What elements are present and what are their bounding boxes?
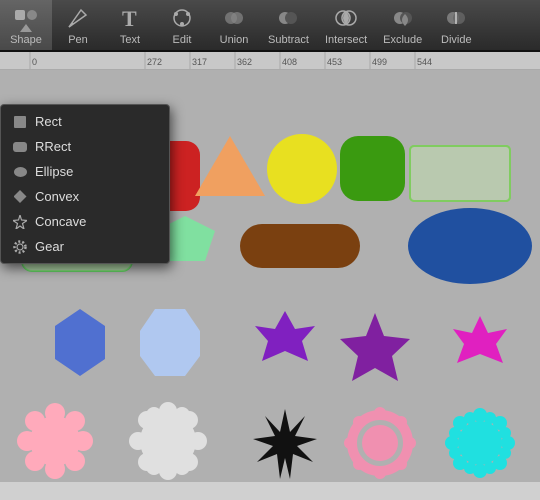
dropdown-rrect[interactable]: RRect: [1, 134, 169, 159]
subtract-label: Subtract: [268, 34, 309, 46]
shape-icon: [12, 4, 40, 32]
shape-dropdown: Rect RRect Ellipse Convex: [0, 104, 170, 264]
toolbar-edit[interactable]: Edit: [156, 0, 208, 50]
union-icon: [220, 4, 248, 32]
dropdown-convex-label: Convex: [35, 189, 79, 204]
toolbar-divide[interactable]: Divide: [430, 0, 482, 50]
toolbar-union[interactable]: Union: [208, 0, 260, 50]
dropdown-ellipse-label: Ellipse: [35, 164, 73, 179]
pen-icon: [64, 4, 92, 32]
dropdown-gear[interactable]: Gear: [1, 234, 169, 259]
dropdown-ellipse[interactable]: Ellipse: [1, 159, 169, 184]
union-label: Union: [220, 34, 249, 46]
toolbar: Shape Pen T Text Edit: [0, 0, 540, 52]
pen-label: Pen: [68, 34, 88, 46]
dropdown-rect[interactable]: Rect: [1, 109, 169, 134]
subtract-icon: [274, 4, 302, 32]
rect-icon: [13, 115, 27, 129]
svg-text:T: T: [122, 6, 137, 30]
edit-icon: [168, 4, 196, 32]
convex-icon: [13, 190, 27, 204]
exclude-label: Exclude: [383, 34, 422, 46]
intersect-icon: [332, 4, 360, 32]
toolbar-shape[interactable]: Shape: [0, 0, 52, 50]
rrect-icon: [13, 140, 27, 154]
dropdown-concave[interactable]: Concave: [1, 209, 169, 234]
toolbar-pen[interactable]: Pen: [52, 0, 104, 50]
dropdown-rrect-label: RRect: [35, 139, 71, 154]
text-icon: T: [116, 4, 144, 32]
divide-icon: [442, 4, 470, 32]
dropdown-gear-label: Gear: [35, 239, 64, 254]
toolbar-subtract[interactable]: Subtract: [260, 0, 317, 50]
gear-icon: [13, 240, 27, 254]
canvas-area: 0 272 317 362 408 453 499 544: [0, 52, 540, 482]
text-label: Text: [120, 34, 140, 46]
toolbar-exclude[interactable]: Exclude: [375, 0, 430, 50]
toolbar-text[interactable]: T Text: [104, 0, 156, 50]
edit-label: Edit: [173, 34, 192, 46]
ellipse-icon: [13, 165, 27, 179]
divide-label: Divide: [441, 34, 472, 46]
shape-label: Shape: [10, 34, 42, 46]
intersect-label: Intersect: [325, 34, 367, 46]
concave-icon: [13, 215, 27, 229]
dropdown-concave-label: Concave: [35, 214, 86, 229]
dropdown-rect-label: Rect: [35, 114, 62, 129]
dropdown-convex[interactable]: Convex: [1, 184, 169, 209]
toolbar-intersect[interactable]: Intersect: [317, 0, 375, 50]
exclude-icon: [389, 4, 417, 32]
